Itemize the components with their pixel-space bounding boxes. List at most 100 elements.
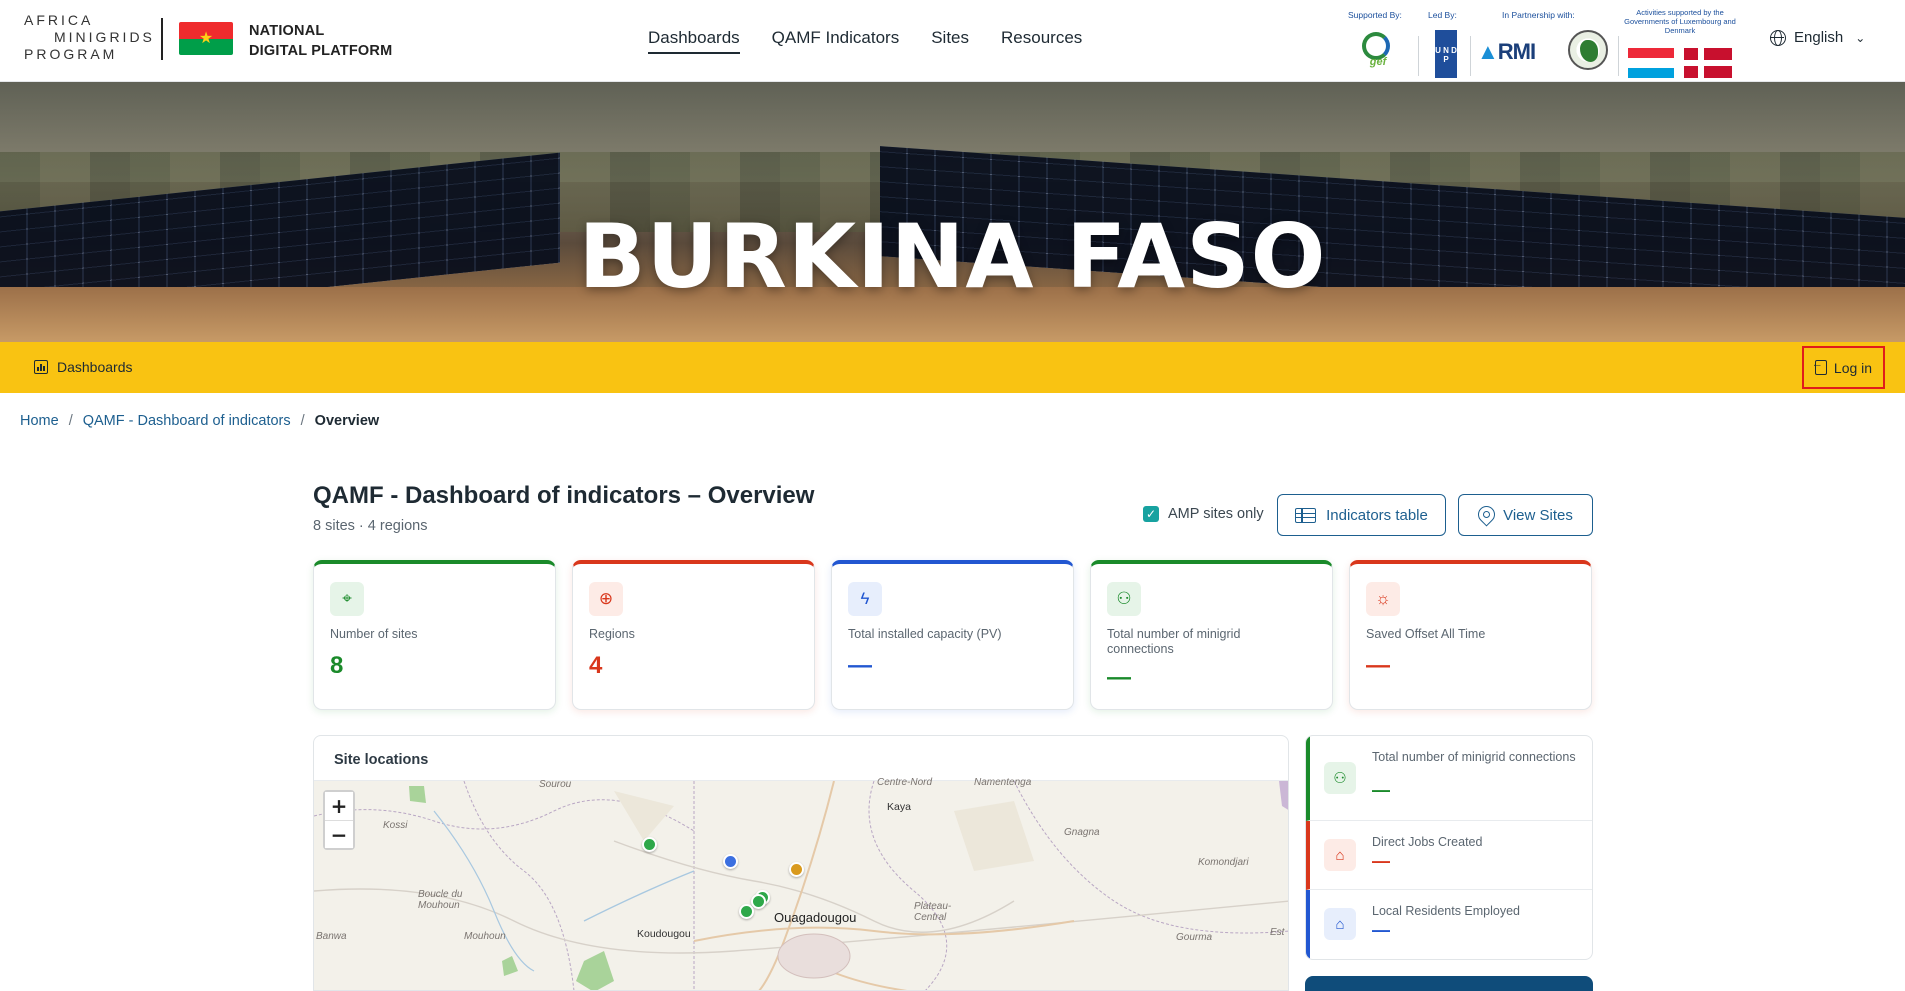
map-pin-icon (1478, 506, 1493, 524)
main-nav: Dashboards QAMF Indicators Sites Resourc… (648, 28, 1082, 54)
partner-divider (1418, 36, 1419, 76)
map-label-namentenga: Namentenga (974, 777, 1032, 788)
partner-divider (1470, 36, 1471, 76)
gef-logo-text: gef (1369, 56, 1387, 68)
home-icon: ⌂ (1324, 908, 1356, 940)
map-label-boucle-line-2: Mouhoun (418, 900, 460, 911)
stat-label: Local Residents Employed (1372, 904, 1520, 918)
bar-chart-icon (34, 360, 48, 374)
map-label-boucle-line-1: Boucle du (418, 889, 463, 900)
kpi-card-number-of-sites: ⌖ Number of sites 8 (313, 560, 556, 710)
chevron-down-icon: ⌄ (1855, 30, 1866, 45)
stat-local-residents: ⌂ Local Residents Employed — (1306, 890, 1592, 959)
amp-sites-only-checkbox[interactable]: ✓ (1143, 506, 1159, 522)
kpi-card-regions: ⊕ Regions 4 (572, 560, 815, 710)
top-header: AFRICA MINIGRIDS PROGRAM ★ NATIONAL DIGI… (0, 0, 1905, 82)
site-marker[interactable] (723, 854, 738, 869)
lightning-icon: ϟ (848, 582, 882, 616)
partner-divider (1618, 36, 1619, 76)
luxembourg-flag-icon (1628, 48, 1674, 78)
breadcrumb: Home / QAMF - Dashboard of indicators / … (20, 413, 379, 429)
breadcrumb-separator: / (300, 413, 305, 429)
dashboards-link-label: Dashboards (57, 359, 133, 375)
users-icon: ⚇ (1324, 762, 1356, 794)
breadcrumb-current: Overview (314, 413, 380, 429)
indicators-table-label: Indicators table (1326, 506, 1428, 524)
language-selector[interactable]: English ⌄ (1770, 29, 1865, 46)
login-button-label: Log in (1833, 359, 1873, 376)
kpi-card-saved-offset: ☼ Saved Offset All Time — (1349, 560, 1592, 710)
zoom-in-button[interactable]: + (325, 792, 353, 820)
map-label-plateau-line-1: Plateau- (914, 901, 952, 912)
nav-dashboards[interactable]: Dashboards (648, 28, 740, 54)
site-marker[interactable] (642, 837, 657, 852)
supported-by-label: Supported By: (1348, 10, 1402, 20)
platform-name-line-2: DIGITAL PLATFORM (249, 43, 393, 59)
map-label-ouagadougou: Ouagadougou (774, 910, 857, 925)
kpi-label: Total installed capacity (PV) (848, 627, 1002, 641)
site-marker[interactable] (789, 862, 804, 877)
page-title: QAMF - Dashboard of indicators – Overvie… (313, 482, 815, 509)
nav-qamf-indicators[interactable]: QAMF Indicators (772, 28, 900, 54)
login-button[interactable]: Log in (1802, 346, 1885, 389)
site-locations-card: Site locations Sourou Centre-Nord Nament… (313, 735, 1289, 991)
dashboard-subbar: Dashboards Log in (0, 342, 1905, 393)
breadcrumb-home[interactable]: Home (20, 413, 59, 429)
hero-title: BURKINA FASO (578, 205, 1327, 308)
nav-resources[interactable]: Resources (1001, 28, 1082, 54)
map-label-centre-nord: Centre-Nord (877, 777, 933, 788)
view-sites-button[interactable]: View Sites (1458, 494, 1593, 536)
next-card-header (1305, 976, 1593, 991)
breadcrumb-separator: / (68, 413, 73, 429)
site-marker[interactable] (739, 904, 754, 919)
map-label-kossi: Kossi (383, 820, 408, 831)
logo-divider (161, 18, 163, 60)
table-icon (1295, 507, 1317, 523)
zoom-out-button[interactable]: − (325, 820, 353, 848)
users-icon: ⚇ (1107, 582, 1141, 616)
map-label-boucle-du-mouhoun: Boucle du Mouhoun (418, 889, 462, 911)
partnership-label: In Partnership with: (1502, 10, 1575, 20)
kpi-value: — (1107, 664, 1131, 691)
map-label-mouhoun: Mouhoun (464, 931, 506, 942)
stat-value: — (1372, 920, 1390, 940)
language-label: English (1794, 29, 1844, 46)
sun-icon: ☼ (1366, 582, 1400, 616)
map-label-gnagna: Gnagna (1064, 827, 1100, 838)
amp-sites-only-label: AMP sites only (1168, 506, 1264, 522)
platform-name: NATIONAL DIGITAL PLATFORM (249, 21, 392, 61)
led-by-label: Led By: (1428, 10, 1457, 20)
breadcrumb-dashboard[interactable]: QAMF - Dashboard of indicators (83, 413, 291, 429)
rmi-logo-text: RMI (1497, 39, 1536, 64)
map-label-est: Est (1270, 927, 1285, 938)
kpi-label: Number of sites (330, 627, 418, 641)
map-label-plateau-line-2: Central (914, 912, 947, 923)
map-label-kaya: Kaya (887, 801, 911, 813)
globe-icon (1770, 29, 1786, 46)
indicators-table-button[interactable]: Indicators table (1277, 494, 1446, 536)
kpi-label: Saved Offset All Time (1366, 627, 1486, 641)
site-locations-title: Site locations (314, 736, 1288, 781)
stat-direct-jobs: ⌂ Direct Jobs Created — (1306, 821, 1592, 890)
login-icon (1812, 358, 1827, 375)
map-label-plateau-central: Plateau- Central (914, 901, 951, 923)
stat-minigrid-connections: ⚇ Total number of minigrid connections — (1306, 736, 1592, 821)
nav-sites[interactable]: Sites (931, 28, 969, 54)
africa-minigrids-program-logo[interactable]: AFRICA MINIGRIDS PROGRAM (24, 12, 155, 64)
view-sites-label: View Sites (1503, 506, 1573, 524)
map-label-banwa: Banwa (316, 931, 347, 942)
dashboards-link[interactable]: Dashboards (34, 359, 133, 375)
kpi-label: Total number of minigrid connections (1107, 627, 1241, 656)
amp-sites-only-toggle[interactable]: ✓ AMP sites only (1143, 506, 1264, 522)
map-base-layer (314, 781, 1288, 990)
kpi-card-minigrid-connections: ⚇ Total number of minigrid connections — (1090, 560, 1333, 710)
kpi-card-installed-capacity: ϟ Total installed capacity (PV) — (831, 560, 1074, 710)
site-locations-map[interactable]: Sourou Centre-Nord Namentenga Kaya Kossi… (314, 777, 1288, 990)
kpi-value: 4 (589, 652, 603, 679)
burkina-faso-flag-icon: ★ (179, 22, 233, 55)
logo-line-2: MINIGRIDS (54, 29, 155, 45)
afdb-logo (1568, 30, 1608, 70)
map-label-komondjari: Komondjari (1198, 857, 1249, 868)
site-marker[interactable] (751, 894, 766, 909)
denmark-flag-icon (1684, 48, 1732, 78)
